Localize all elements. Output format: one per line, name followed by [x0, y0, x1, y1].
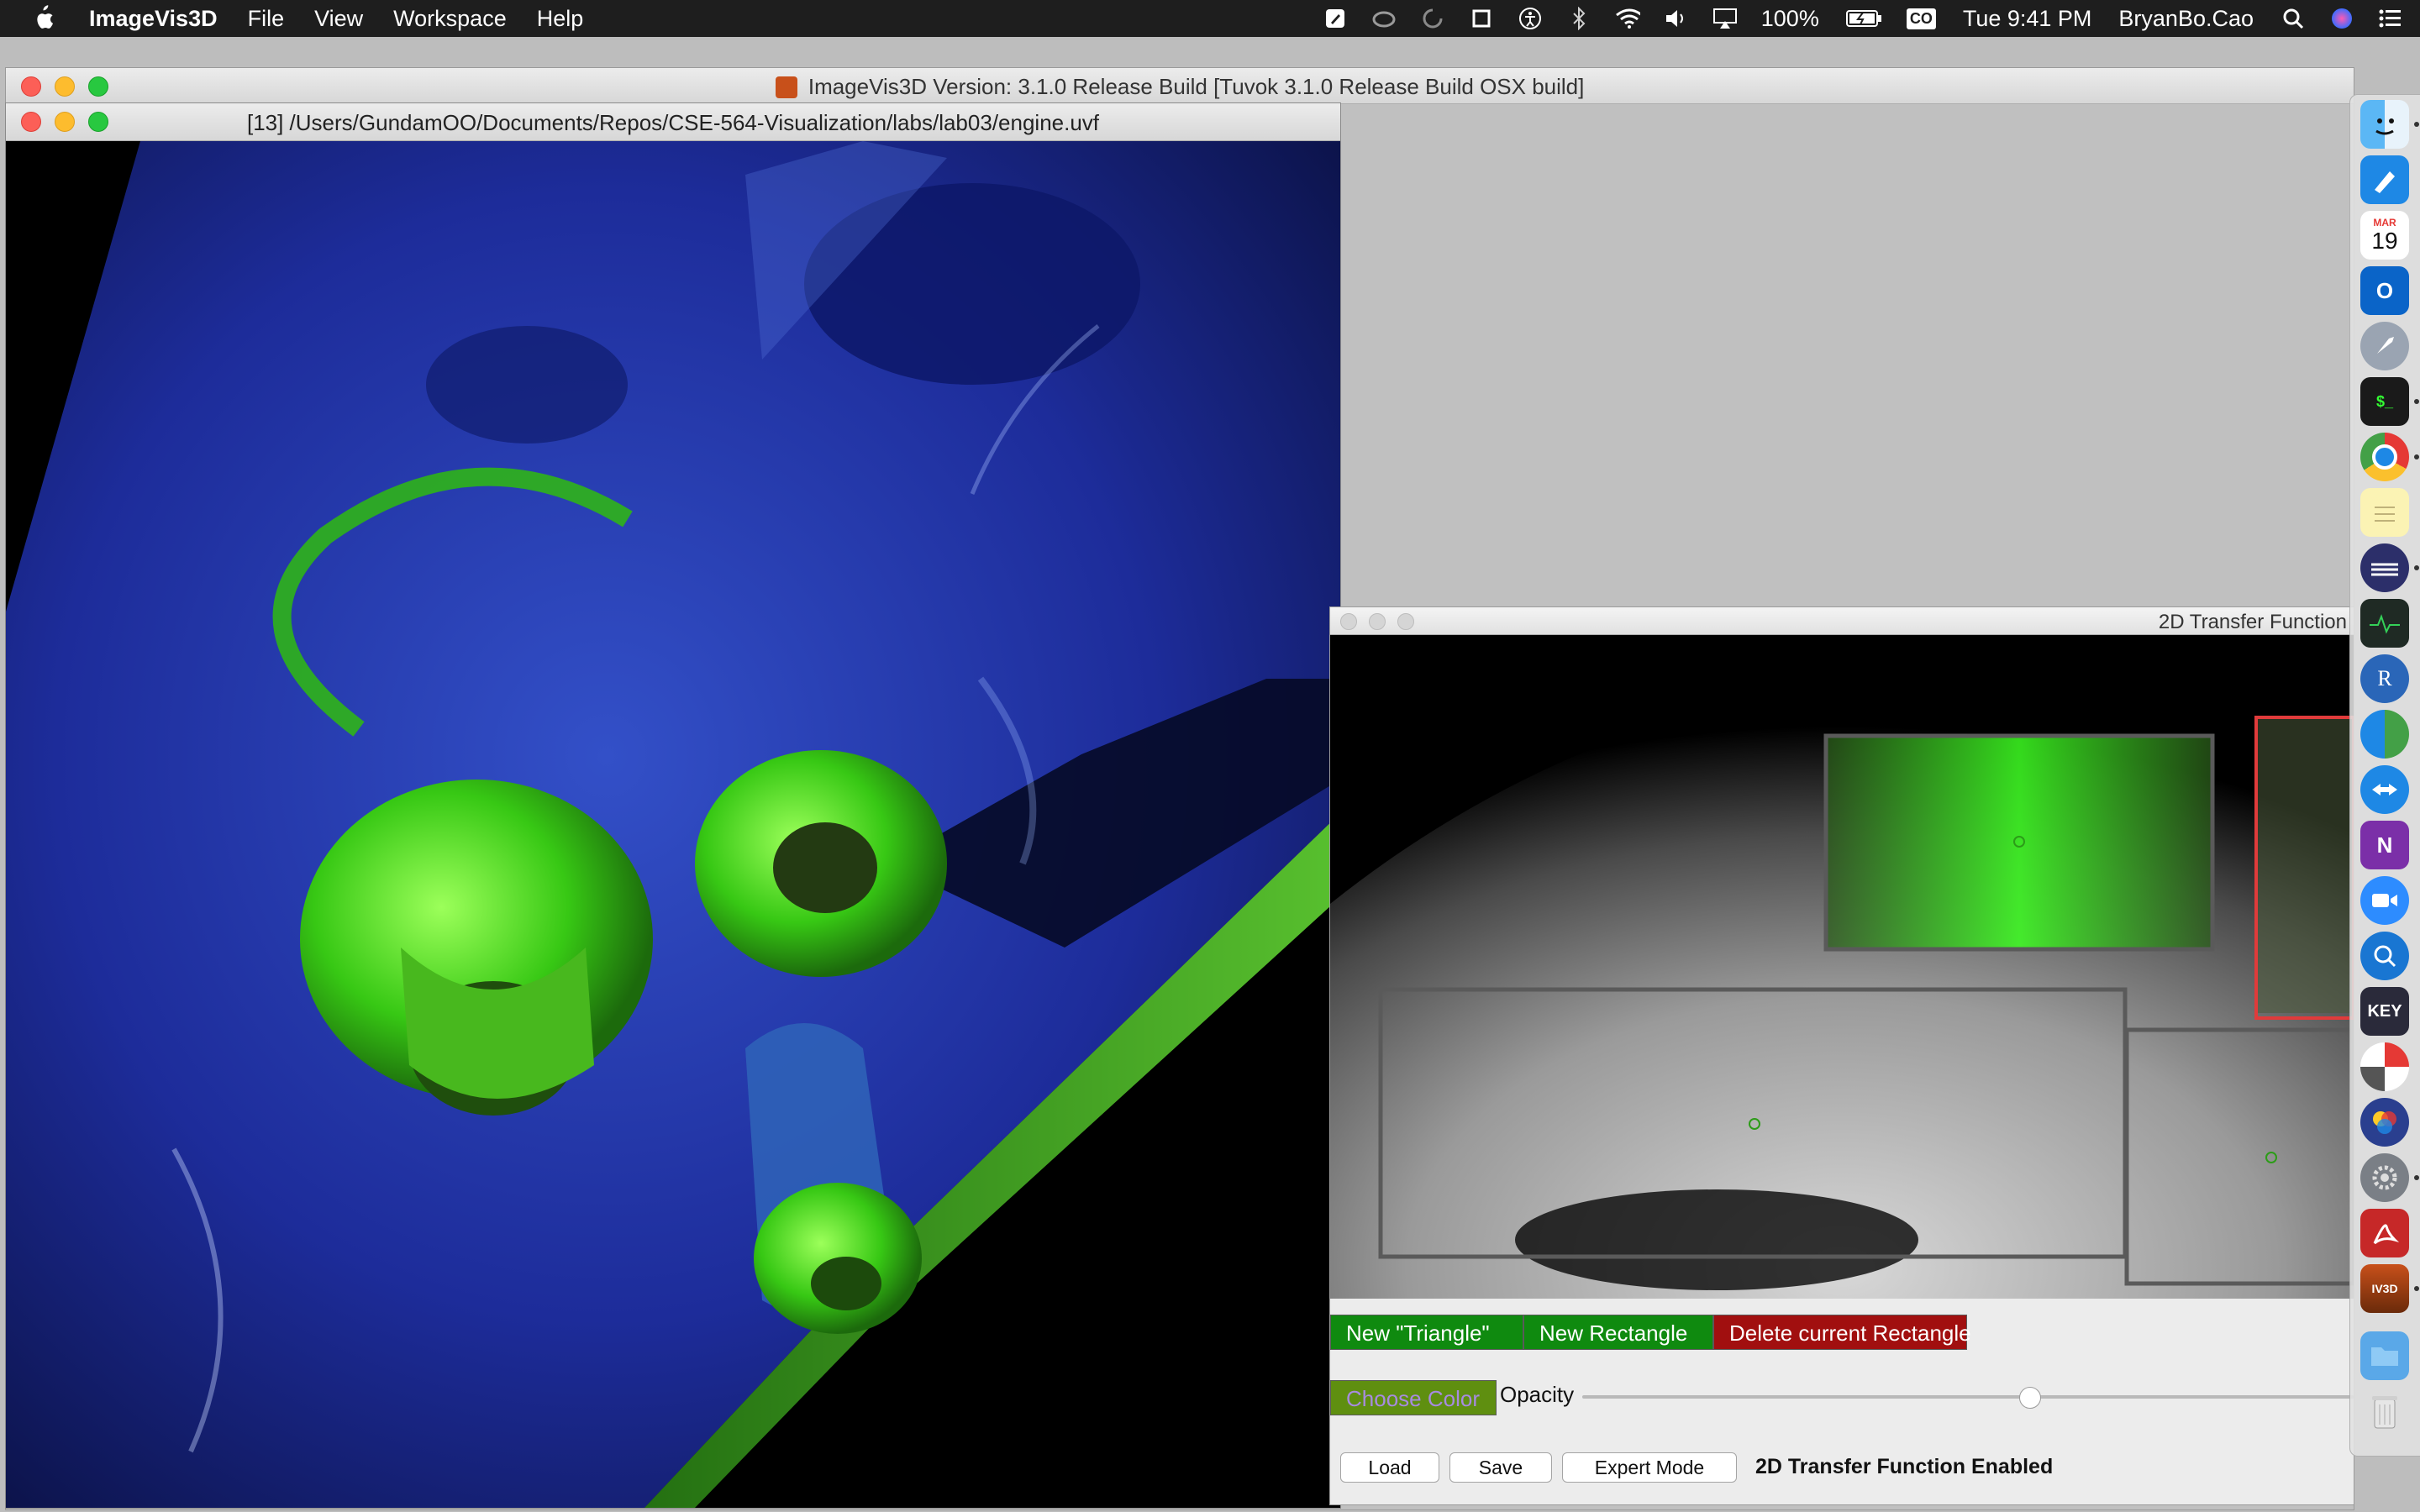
tf-status-text: 2D Transfer Function Enabled	[1755, 1455, 2054, 1478]
spotlight-search-icon[interactable]	[2281, 6, 2306, 31]
launchpad-rocket-icon[interactable]	[2360, 322, 2409, 370]
main-window-title: ImageVis3D Version: 3.1.0 Release Build …	[808, 74, 1585, 99]
notification-center-icon[interactable]	[2378, 6, 2403, 31]
creative-cloud-icon[interactable]	[1371, 6, 1397, 31]
acrobat-icon[interactable]	[2360, 1209, 2409, 1257]
tf-zoom-button[interactable]	[1397, 613, 1414, 630]
search-app-icon[interactable]	[2360, 932, 2409, 980]
battery-percent: 100%	[1760, 5, 1819, 31]
volume-render-view[interactable]	[6, 141, 1340, 1508]
opacity-label: Opacity	[1500, 1382, 1575, 1407]
menu-view[interactable]: View	[314, 6, 363, 32]
activity-monitor-icon[interactable]	[2360, 599, 2409, 648]
calendar-month: MAR	[2373, 217, 2396, 228]
spinner-icon[interactable]	[1420, 6, 1445, 31]
menu-file[interactable]: File	[248, 6, 285, 32]
apple-logo-icon[interactable]	[30, 3, 55, 34]
bluetooth-icon[interactable]	[1566, 6, 1591, 31]
clock[interactable]: Tue 9:41 PM	[1963, 6, 2092, 32]
tf-window-title: 2D Transfer Function	[2158, 611, 2347, 633]
main-window-titlebar[interactable]: ImageVis3D Version: 3.1.0 Release Build …	[6, 68, 2354, 104]
imagevis3d-dock-icon[interactable]: IV3D	[2360, 1264, 2409, 1313]
volume-icon[interactable]	[1664, 6, 1689, 31]
transfer-function-window: 2D Transfer Function New "Triangle" New …	[1329, 606, 2354, 1505]
tf-close-button[interactable]	[1340, 613, 1357, 630]
menu-workspace[interactable]: Workspace	[393, 6, 507, 32]
terminal-icon[interactable]: $_	[2360, 377, 2409, 426]
accessibility-icon[interactable]	[1518, 6, 1543, 31]
delete-rectangle-button[interactable]: Delete current Rectangle	[1713, 1315, 1971, 1350]
calendar-day: 19	[2371, 228, 2398, 254]
save-button[interactable]: Save	[1449, 1452, 1552, 1483]
window-square-icon[interactable]	[1469, 6, 1494, 31]
user-name[interactable]: BryanBo.Cao	[2118, 6, 2254, 32]
render-window: [13] /Users/GundamOO/Documents/Repos/CSE…	[5, 102, 1341, 1509]
notes-icon[interactable]	[2360, 488, 2409, 537]
app-globe-icon[interactable]	[2360, 710, 2409, 759]
r-language-icon[interactable]: R	[2360, 654, 2409, 703]
battery-icon[interactable]	[1845, 6, 1883, 31]
daisydisk-icon[interactable]	[2360, 1042, 2409, 1091]
zoom-icon[interactable]	[2360, 876, 2409, 925]
new-rectangle-button[interactable]: New Rectangle	[1523, 1315, 1713, 1350]
keynote-icon[interactable]: KEY	[2360, 987, 2409, 1036]
transfer-function-histogram[interactable]	[1330, 635, 2354, 1299]
siri-icon[interactable]	[2329, 6, 2354, 31]
new-triangle-button[interactable]: New "Triangle"	[1330, 1315, 1523, 1350]
downloads-folder-icon[interactable]	[2360, 1331, 2409, 1380]
render-window-title: [13] /Users/GundamOO/Documents/Repos/CSE…	[246, 110, 1100, 135]
input-source-badge[interactable]: CO	[1906, 8, 1936, 29]
outlook-icon[interactable]: O	[2360, 266, 2409, 315]
system-preferences-icon[interactable]	[2360, 1153, 2409, 1202]
wifi-icon[interactable]	[1615, 6, 1640, 31]
choose-color-button[interactable]: Choose Color	[1330, 1380, 1497, 1415]
tf-window-titlebar[interactable]: 2D Transfer Function	[1330, 607, 2354, 635]
load-button[interactable]: Load	[1340, 1452, 1439, 1483]
pen-app-dock-icon[interactable]	[2360, 155, 2409, 204]
render-window-titlebar[interactable]: [13] /Users/GundamOO/Documents/Repos/CSE…	[6, 103, 1340, 141]
dock: MAR 19 O $_ R N KEY IV3D	[2349, 94, 2420, 1457]
tf-minimize-button[interactable]	[1369, 613, 1386, 630]
menu-bar: ImageVis3D File View Workspace Help 100%…	[0, 0, 2420, 37]
chrome-icon[interactable]	[2360, 433, 2409, 481]
opacity-slider-track[interactable]	[1582, 1395, 2354, 1399]
imagevis3d-app-icon	[775, 76, 797, 98]
trash-icon[interactable]	[2360, 1387, 2409, 1436]
calendar-icon[interactable]: MAR 19	[2360, 211, 2409, 260]
expert-mode-button[interactable]: Expert Mode	[1562, 1452, 1737, 1483]
color-ui-icon[interactable]	[2360, 1098, 2409, 1147]
airplay-icon[interactable]	[1712, 6, 1738, 31]
keynote-label: KEY	[2367, 1001, 2402, 1021]
app-menu[interactable]: ImageVis3D	[89, 6, 218, 32]
finder-icon[interactable]	[2360, 100, 2409, 149]
menu-help[interactable]: Help	[537, 6, 584, 32]
pen-app-icon[interactable]	[1323, 6, 1348, 31]
opacity-slider-thumb[interactable]	[2019, 1387, 2042, 1409]
onenote-icon[interactable]: N	[2360, 821, 2409, 869]
eclipse-icon[interactable]	[2360, 543, 2409, 592]
teamviewer-icon[interactable]	[2360, 765, 2409, 814]
